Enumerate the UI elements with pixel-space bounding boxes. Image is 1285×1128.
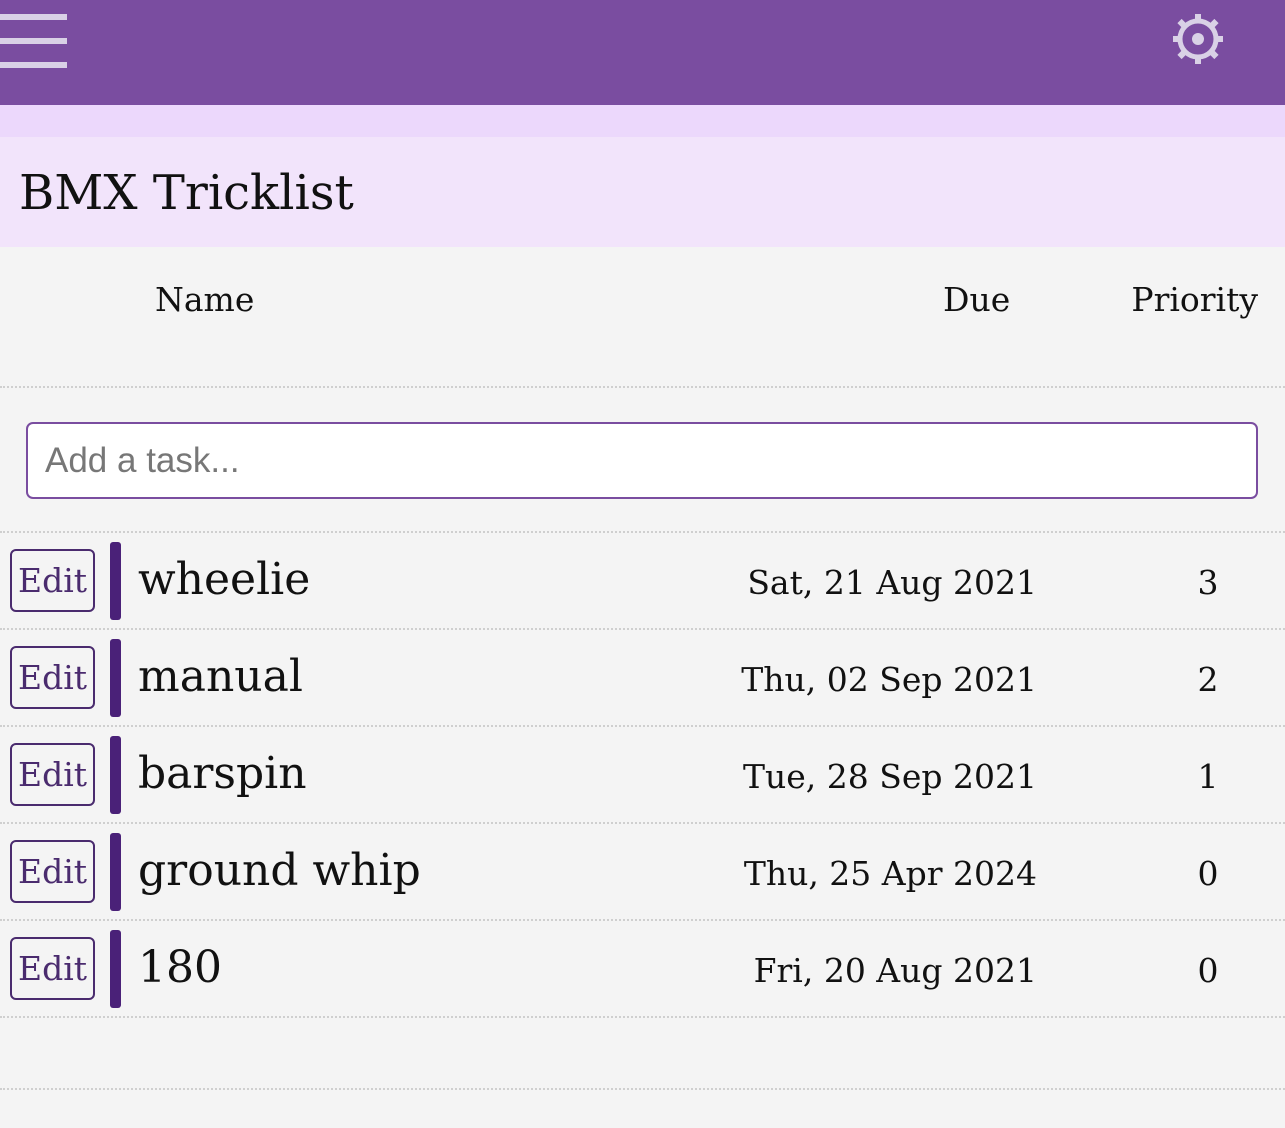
task-accent-bar bbox=[110, 833, 121, 911]
hamburger-menu-icon bbox=[0, 14, 67, 68]
top-app-bar bbox=[0, 0, 1285, 105]
divider bbox=[0, 386, 1285, 388]
settings-button[interactable] bbox=[1170, 12, 1226, 66]
task-accent-bar bbox=[110, 930, 121, 1008]
edit-button[interactable]: Edit bbox=[10, 937, 95, 1000]
task-due-date: Thu, 25 Apr 2024 bbox=[743, 854, 1037, 893]
gear-icon bbox=[1173, 14, 1223, 64]
task-row: Edit barspin Tue, 28 Sep 2021 1 bbox=[0, 727, 1285, 824]
task-priority: 0 bbox=[1197, 951, 1219, 990]
task-accent-bar bbox=[110, 542, 121, 620]
task-name[interactable]: barspin bbox=[138, 748, 307, 800]
task-name[interactable]: 180 bbox=[138, 942, 222, 994]
task-name[interactable]: manual bbox=[138, 651, 303, 703]
title-bar: BMX Tricklist bbox=[0, 137, 1285, 247]
task-row: Edit manual Thu, 02 Sep 2021 2 bbox=[0, 630, 1285, 727]
edit-button[interactable]: Edit bbox=[10, 646, 95, 709]
task-name[interactable]: wheelie bbox=[138, 554, 310, 606]
task-name[interactable]: ground whip bbox=[138, 845, 421, 897]
header-band bbox=[0, 105, 1285, 137]
task-row: Edit ground whip Thu, 25 Apr 2024 0 bbox=[0, 824, 1285, 921]
task-due-date: Sat, 21 Aug 2021 bbox=[747, 563, 1037, 602]
task-row: Edit wheelie Sat, 21 Aug 2021 3 bbox=[0, 533, 1285, 630]
task-accent-bar bbox=[110, 639, 121, 717]
add-task-input[interactable] bbox=[26, 422, 1258, 499]
task-priority: 0 bbox=[1197, 854, 1219, 893]
task-due-date: Tue, 28 Sep 2021 bbox=[743, 757, 1037, 796]
edit-button[interactable]: Edit bbox=[10, 840, 95, 903]
column-header-name[interactable]: Name bbox=[155, 280, 254, 320]
divider bbox=[0, 1088, 1285, 1090]
task-due-date: Fri, 20 Aug 2021 bbox=[753, 951, 1037, 990]
task-priority: 1 bbox=[1197, 757, 1219, 796]
column-header-priority[interactable]: Priority bbox=[1131, 280, 1258, 320]
task-priority: 3 bbox=[1197, 563, 1219, 602]
edit-button[interactable]: Edit bbox=[10, 549, 95, 612]
menu-button[interactable] bbox=[0, 14, 68, 70]
task-due-date: Thu, 02 Sep 2021 bbox=[741, 660, 1037, 699]
task-priority: 2 bbox=[1197, 660, 1219, 699]
task-list: Edit wheelie Sat, 21 Aug 2021 3 Edit man… bbox=[0, 533, 1285, 1018]
column-header-due[interactable]: Due bbox=[943, 280, 1010, 320]
page-title: BMX Tricklist bbox=[19, 165, 354, 221]
task-accent-bar bbox=[110, 736, 121, 814]
task-row: Edit 180 Fri, 20 Aug 2021 0 bbox=[0, 921, 1285, 1018]
edit-button[interactable]: Edit bbox=[10, 743, 95, 806]
